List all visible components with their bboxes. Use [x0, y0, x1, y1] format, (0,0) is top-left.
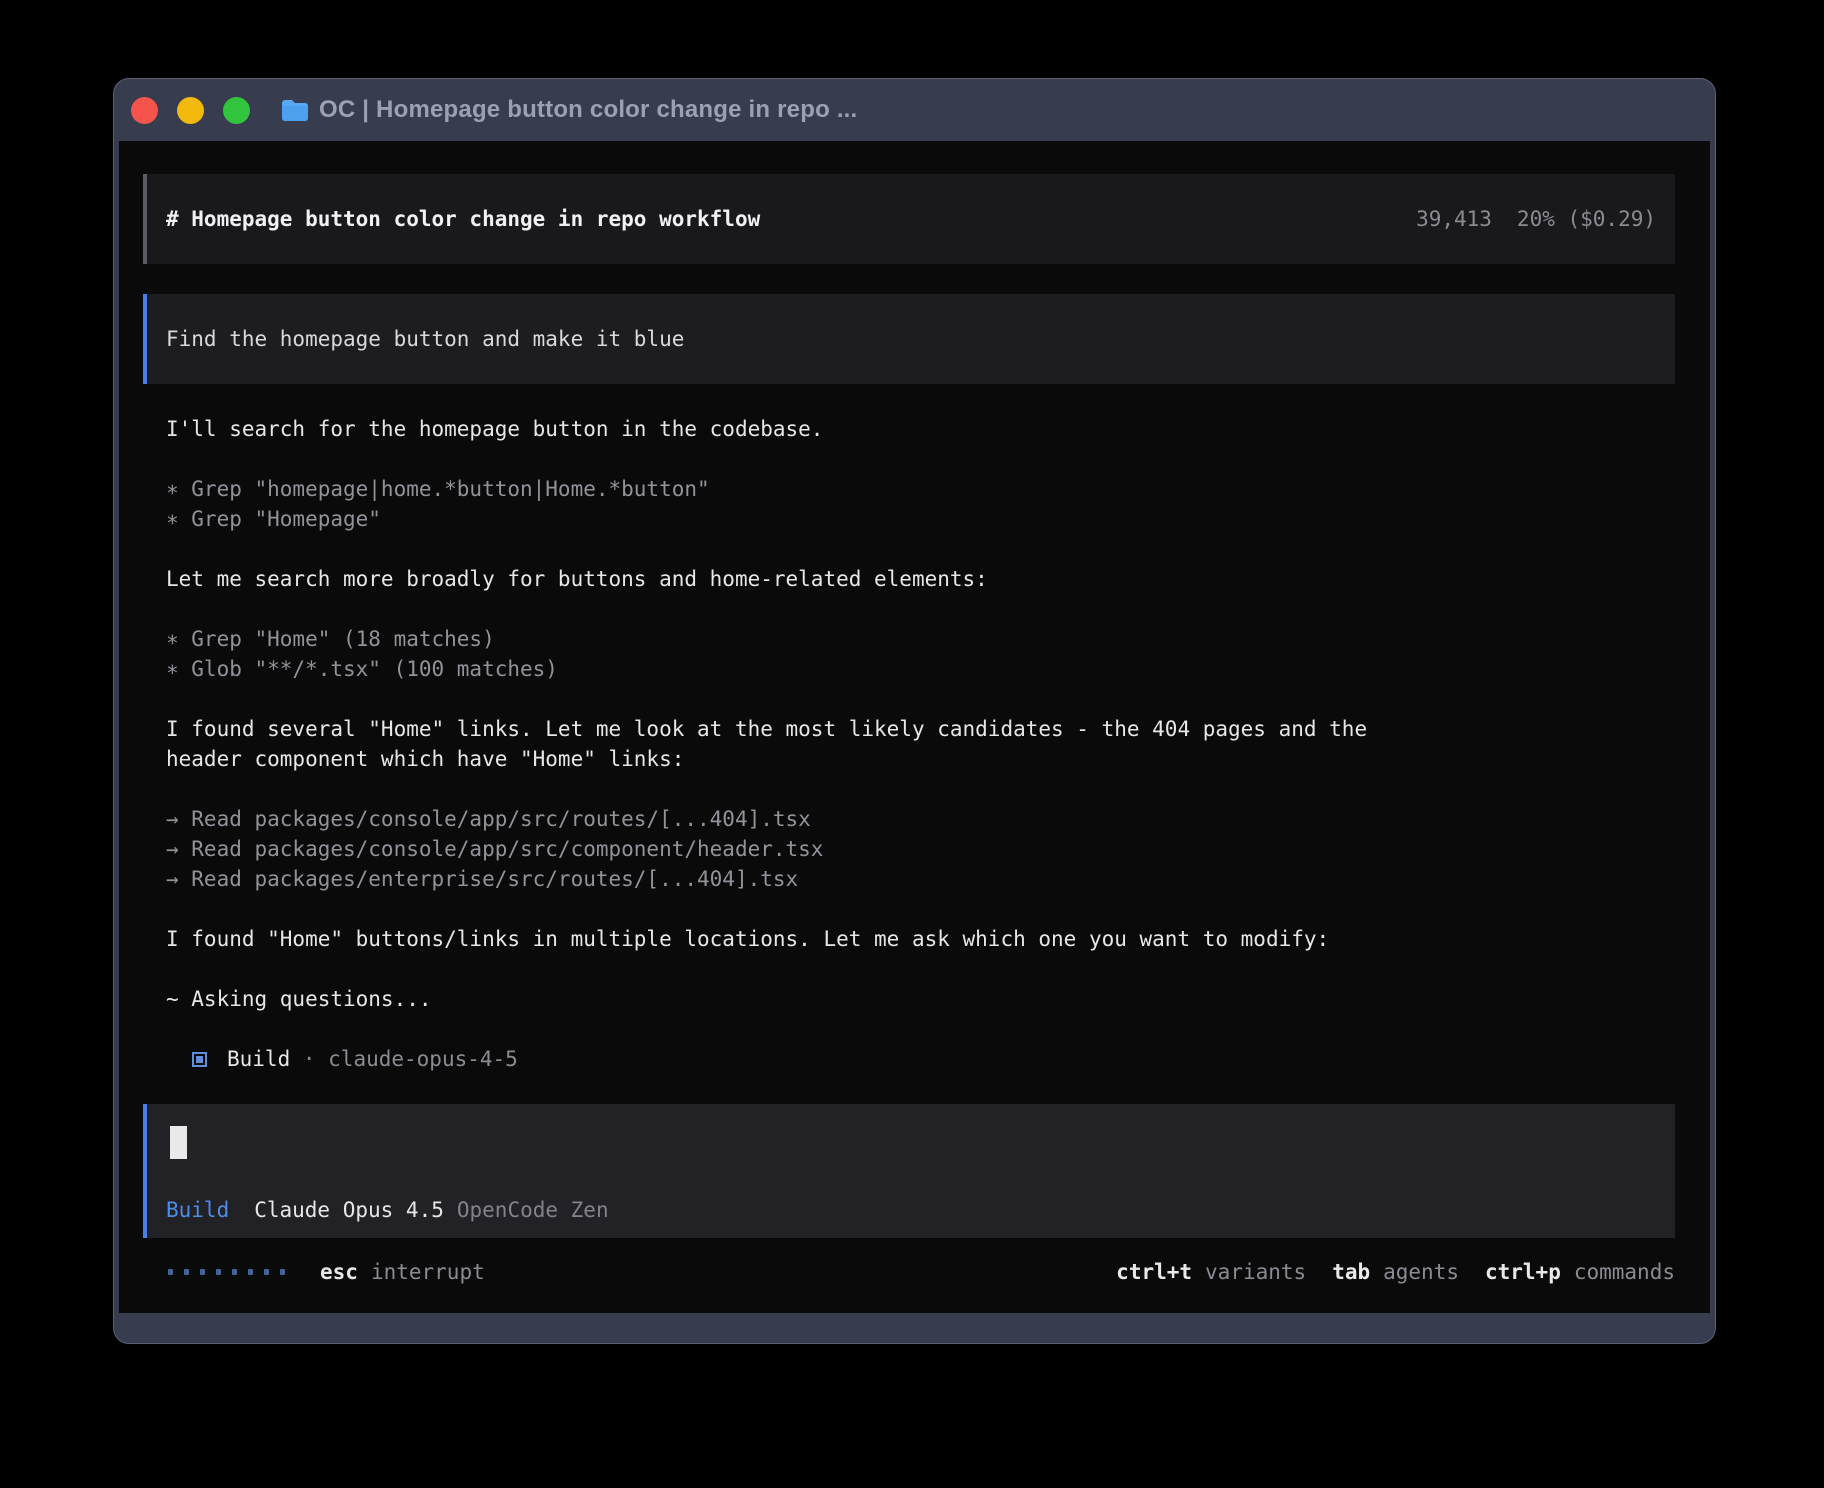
conversation: I'll search for the homepage button in t…: [166, 414, 1675, 1074]
terminal-window: OC | Homepage button color change in rep…: [113, 78, 1716, 1344]
assistant-line: Let me search more broadly for buttons a…: [166, 564, 1675, 594]
tool-call-line: → Read packages/console/app/src/routes/[…: [166, 804, 1675, 834]
assistant-line: I found "Home" buttons/links in multiple…: [166, 924, 1675, 954]
tool-call-line: → Read packages/enterprise/src/routes/[.…: [166, 864, 1675, 894]
tool-calls: → Read packages/console/app/src/routes/[…: [166, 804, 1675, 894]
text-cursor: [170, 1126, 187, 1159]
folder-icon: [281, 99, 309, 121]
shortcut-variants: ctrl+t variants: [1116, 1260, 1306, 1284]
shortcut-agents: tab agents: [1332, 1260, 1459, 1284]
tool-call-line: ∗ Grep "Home" (18 matches): [166, 624, 1675, 654]
session-title: # Homepage button color change in repo w…: [166, 207, 760, 231]
input-provider-label: OpenCode Zen: [457, 1198, 609, 1222]
assistant-line: I found several "Home" links. Let me loo…: [166, 714, 1675, 744]
session-header: # Homepage button color change in repo w…: [143, 174, 1675, 264]
prompt-input[interactable]: Build Claude Opus 4.5 OpenCode Zen: [143, 1104, 1675, 1238]
close-button[interactable]: [131, 97, 158, 124]
window-title: OC | Homepage button color change in rep…: [319, 96, 857, 124]
zoom-button[interactable]: [223, 97, 250, 124]
agent-name: Build: [227, 1044, 290, 1074]
tool-call-line: ∗ Glob "**/*.tsx" (100 matches): [166, 654, 1675, 684]
agent-separator: ·: [290, 1044, 328, 1074]
input-model-label[interactable]: Claude Opus 4.5: [254, 1198, 444, 1222]
minimize-button[interactable]: [177, 97, 204, 124]
input-agent-label[interactable]: Build: [166, 1198, 229, 1222]
assistant-message: I found several "Home" links. Let me loo…: [166, 714, 1675, 774]
tool-call-line: ∗ Grep "Homepage": [166, 504, 1675, 534]
tool-call-line: ∗ Grep "homepage|home.*button|Home.*butt…: [166, 474, 1675, 504]
assistant-message: I found "Home" buttons/links in multiple…: [166, 924, 1675, 954]
user-message-text: Find the homepage button and make it blu…: [166, 327, 684, 351]
titlebar[interactable]: OC | Homepage button color change in rep…: [114, 79, 1715, 141]
spinner-dots-icon: [168, 1269, 285, 1275]
assistant-message: Let me search more broadly for buttons a…: [166, 564, 1675, 594]
agent-square-icon: [192, 1052, 207, 1067]
token-count: 39,413: [1416, 207, 1492, 231]
tool-call-line: → Read packages/console/app/src/componen…: [166, 834, 1675, 864]
assistant-status: ~ Asking questions...: [166, 984, 1675, 1014]
tool-calls: ∗ Grep "homepage|home.*button|Home.*butt…: [166, 474, 1675, 534]
shortcut-commands: ctrl+p commands: [1485, 1260, 1675, 1284]
traffic-lights: [131, 97, 250, 124]
context-cost: 20% ($0.29): [1517, 207, 1656, 231]
terminal-content: # Homepage button color change in repo w…: [119, 141, 1710, 1313]
user-message: Find the homepage button and make it blu…: [143, 294, 1675, 384]
interrupt-label: interrupt: [371, 1260, 485, 1284]
interrupt-key: esc: [320, 1260, 358, 1284]
status-bar: esc interrupt ctrl+t variants tab agents…: [168, 1257, 1675, 1287]
model-row: Build Claude Opus 4.5 OpenCode Zen: [166, 1198, 1656, 1222]
assistant-line: header component which have "Home" links…: [166, 744, 1675, 774]
agent-model: claude-opus-4-5: [328, 1044, 518, 1074]
status-shortcuts: ctrl+t variants tab agents ctrl+p comman…: [1090, 1260, 1675, 1284]
assistant-message: I'll search for the homepage button in t…: [166, 414, 1675, 444]
session-stats: 39,413 20% ($0.29): [1416, 207, 1656, 231]
status-left: esc interrupt: [168, 1260, 485, 1284]
agent-indicator: Build · claude-opus-4-5: [166, 1044, 1675, 1074]
tool-calls: ∗ Grep "Home" (18 matches) ∗ Glob "**/*.…: [166, 624, 1675, 684]
assistant-status-line: ~ Asking questions...: [166, 984, 1675, 1014]
assistant-line: I'll search for the homepage button in t…: [166, 414, 1675, 444]
